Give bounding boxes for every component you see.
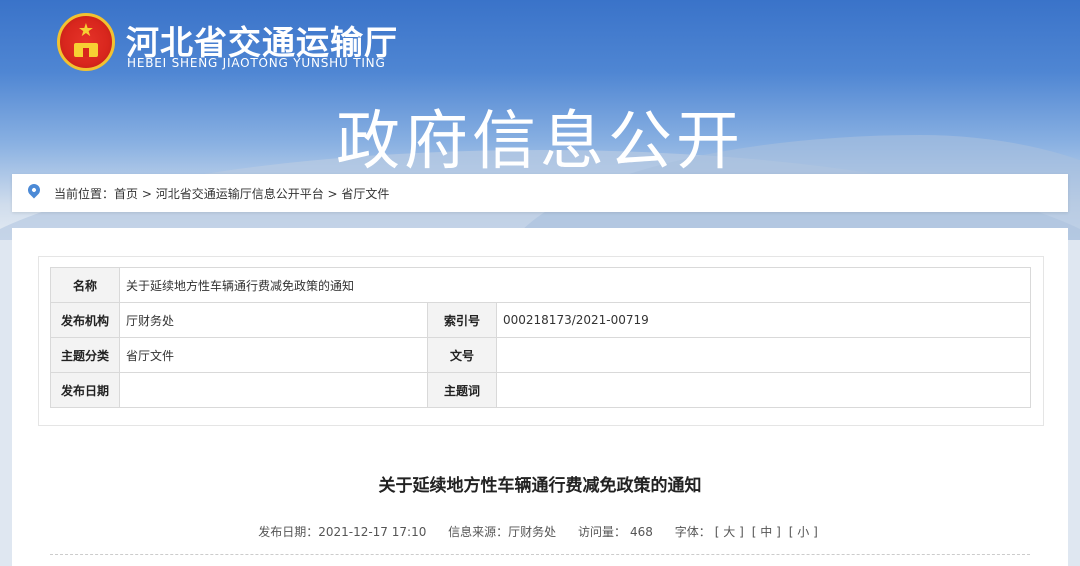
docno-value [495,337,1032,373]
article-title: 关于延续地方性车辆通行费减免政策的通知 [378,476,702,496]
issuer-label: 发布机构 [50,302,120,338]
date-label: 发布日期 [50,372,120,408]
visits-value: 468 [630,525,653,539]
info-source: 信息来源：厅财务处 [448,525,557,539]
divider [50,554,1030,555]
breadcrumb-platform-link[interactable]: 河北省交通运输厅信息公开平台 [156,187,324,201]
info-panel: 名称 关于延续地方性车辆通行费减免政策的通知 发布机构 厅财务处 索引号 000… [38,256,1044,426]
font-medium-button[interactable]: [ 中 ] [752,525,781,539]
table-row: 主题分类 省厅文件 文号 [50,337,1032,373]
font-size-controls: 字体： [ 大 ] [ 中 ] [ 小 ] [675,525,822,539]
index-value: 000218173/2021-00719 [495,302,1032,338]
breadcrumb-trail: 当前位置：首页 > 河北省交通运输厅信息公开平台 > 省厅文件 [54,185,389,202]
category-label: 主题分类 [50,337,120,373]
location-pin-icon [25,181,43,199]
table-row: 发布机构 厅财务处 索引号 000218173/2021-00719 [50,302,1032,338]
keywords-value [495,372,1032,408]
breadcrumb-prefix: 当前位置： [54,187,115,201]
font-small-button[interactable]: [ 小 ] [789,525,818,539]
table-row: 名称 关于延续地方性车辆通行费减免政策的通知 [50,267,1032,303]
name-label: 名称 [50,267,120,303]
breadcrumb-section-link[interactable]: 省厅文件 [341,187,389,201]
issuer-value: 厅财务处 [119,302,428,338]
docno-label: 文号 [427,337,497,373]
breadcrumb-separator: > [138,187,156,201]
banner-title: 政府信息公开 [336,105,744,179]
category-value: 省厅文件 [119,337,428,373]
name-value: 关于延续地方性车辆通行费减免政策的通知 [118,267,1032,303]
visit-count: 访问量： 468 [578,525,653,539]
table-row: 发布日期 主题词 [50,372,1032,408]
font-large-button[interactable]: [ 大 ] [715,525,744,539]
national-emblem-icon[interactable]: ★ [57,13,115,71]
date-value [119,372,428,408]
article-meta: 发布日期：2021-12-17 17:10 信息来源：厅财务处 访问量： 468 … [12,523,1068,540]
breadcrumb: 当前位置：首页 > 河北省交通运输厅信息公开平台 > 省厅文件 [12,174,1068,212]
publish-date: 发布日期：2021-12-17 17:10 [258,525,427,539]
breadcrumb-home-link[interactable]: 首页 [114,187,138,201]
visits-label: 访问量： [578,525,627,539]
main-content: 名称 关于延续地方性车辆通行费减免政策的通知 发布机构 厅财务处 索引号 000… [12,228,1068,566]
index-label: 索引号 [427,302,497,338]
font-size-label: 字体： [674,525,711,539]
keywords-label: 主题词 [427,372,497,408]
info-table: 名称 关于延续地方性车辆通行费减免政策的通知 发布机构 厅财务处 索引号 000… [50,267,1032,408]
breadcrumb-separator: > [323,187,342,201]
org-name-en: HEBEI SHENG JIAOTONG YUNSHU TING [127,56,386,70]
